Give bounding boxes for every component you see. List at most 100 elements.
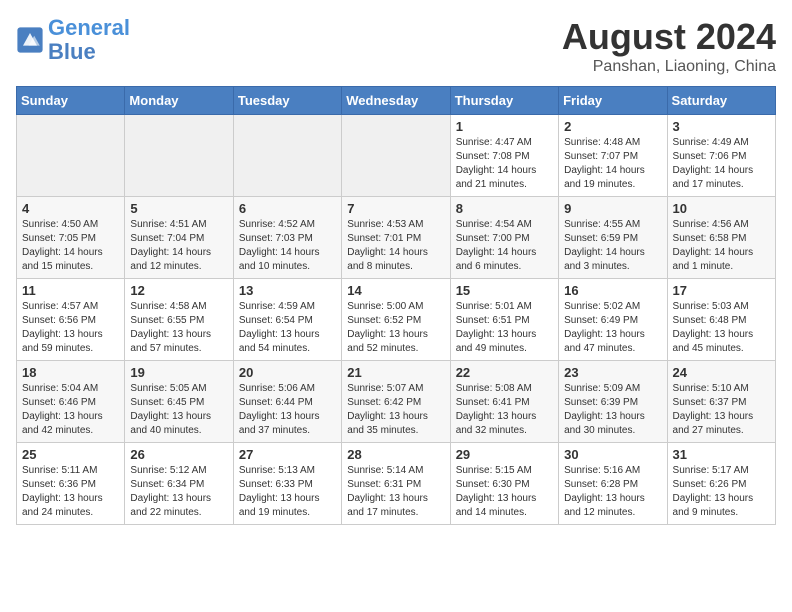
page-title: August 2024	[562, 16, 776, 58]
calendar-cell: 26 Sunrise: 5:12 AM Sunset: 6:34 PM Dayli…	[125, 443, 233, 525]
day-info: Sunrise: 5:09 AM Sunset: 6:39 PM Dayligh…	[564, 382, 661, 438]
day-info: Sunrise: 4:47 AM Sunset: 7:08 PM Dayligh…	[456, 136, 553, 192]
day-number: 13	[239, 283, 336, 298]
day-info: Sunrise: 4:54 AM Sunset: 7:00 PM Dayligh…	[456, 218, 553, 274]
day-info: Sunrise: 5:17 AM Sunset: 6:26 PM Dayligh…	[673, 464, 770, 520]
calendar-cell	[125, 115, 233, 197]
calendar-cell	[342, 115, 450, 197]
day-number: 2	[564, 119, 661, 134]
day-info: Sunrise: 4:59 AM Sunset: 6:54 PM Dayligh…	[239, 300, 336, 356]
calendar-cell: 25 Sunrise: 5:11 AM Sunset: 6:36 PM Dayli…	[17, 443, 125, 525]
page-header: General Blue August 2024 Panshan, Liaoni…	[16, 16, 776, 76]
calendar-cell: 23 Sunrise: 5:09 AM Sunset: 6:39 PM Dayli…	[559, 361, 667, 443]
day-info: Sunrise: 4:50 AM Sunset: 7:05 PM Dayligh…	[22, 218, 119, 274]
calendar-week-2: 4 Sunrise: 4:50 AM Sunset: 7:05 PM Daylig…	[17, 197, 776, 279]
day-number: 16	[564, 283, 661, 298]
day-header-thursday: Thursday	[450, 87, 558, 115]
day-number: 28	[347, 447, 444, 462]
day-info: Sunrise: 4:52 AM Sunset: 7:03 PM Dayligh…	[239, 218, 336, 274]
calendar-cell: 5Sunrise: 4:51 AM Sunset: 7:04 PM Daylig…	[125, 197, 233, 279]
day-number: 19	[130, 365, 227, 380]
calendar-cell: 8 Sunrise: 4:54 AM Sunset: 7:00 PM Daylig…	[450, 197, 558, 279]
calendar-cell: 13 Sunrise: 4:59 AM Sunset: 6:54 PM Dayli…	[233, 279, 341, 361]
calendar-cell: 31Sunrise: 5:17 AM Sunset: 6:26 PM Dayli…	[667, 443, 775, 525]
calendar-week-4: 18Sunrise: 5:04 AM Sunset: 6:46 PM Dayli…	[17, 361, 776, 443]
day-info: Sunrise: 4:57 AM Sunset: 6:56 PM Dayligh…	[22, 300, 119, 356]
day-number: 22	[456, 365, 553, 380]
day-number: 25	[22, 447, 119, 462]
day-header-wednesday: Wednesday	[342, 87, 450, 115]
day-number: 3	[673, 119, 770, 134]
calendar-cell	[17, 115, 125, 197]
day-number: 26	[130, 447, 227, 462]
day-number: 23	[564, 365, 661, 380]
day-info: Sunrise: 5:05 AM Sunset: 6:45 PM Dayligh…	[130, 382, 227, 438]
calendar-cell: 2Sunrise: 4:48 AM Sunset: 7:07 PM Daylig…	[559, 115, 667, 197]
day-info: Sunrise: 4:51 AM Sunset: 7:04 PM Dayligh…	[130, 218, 227, 274]
logo-general: General	[48, 15, 130, 40]
day-header-saturday: Saturday	[667, 87, 775, 115]
calendar-cell: 20 Sunrise: 5:06 AM Sunset: 6:44 PM Dayli…	[233, 361, 341, 443]
calendar-cell: 15 Sunrise: 5:01 AM Sunset: 6:51 PM Dayli…	[450, 279, 558, 361]
day-number: 1	[456, 119, 553, 134]
title-block: August 2024 Panshan, Liaoning, China	[562, 16, 776, 76]
day-number: 29	[456, 447, 553, 462]
calendar-cell: 28 Sunrise: 5:14 AM Sunset: 6:31 PM Dayli…	[342, 443, 450, 525]
calendar-body: 1 Sunrise: 4:47 AM Sunset: 7:08 PM Daylig…	[17, 115, 776, 525]
day-number: 20	[239, 365, 336, 380]
calendar-cell: 11Sunrise: 4:57 AM Sunset: 6:56 PM Dayli…	[17, 279, 125, 361]
calendar-cell: 1 Sunrise: 4:47 AM Sunset: 7:08 PM Daylig…	[450, 115, 558, 197]
day-number: 7	[347, 201, 444, 216]
day-info: Sunrise: 4:53 AM Sunset: 7:01 PM Dayligh…	[347, 218, 444, 274]
calendar-cell: 7 Sunrise: 4:53 AM Sunset: 7:01 PM Daylig…	[342, 197, 450, 279]
day-info: Sunrise: 4:55 AM Sunset: 6:59 PM Dayligh…	[564, 218, 661, 274]
calendar-cell: 17Sunrise: 5:03 AM Sunset: 6:48 PM Dayli…	[667, 279, 775, 361]
day-number: 30	[564, 447, 661, 462]
day-info: Sunrise: 5:01 AM Sunset: 6:51 PM Dayligh…	[456, 300, 553, 356]
day-number: 4	[22, 201, 119, 216]
day-number: 8	[456, 201, 553, 216]
day-header-monday: Monday	[125, 87, 233, 115]
calendar-header-row: SundayMondayTuesdayWednesdayThursdayFrid…	[17, 87, 776, 115]
logo-blue: Blue	[48, 40, 130, 64]
calendar-cell: 14 Sunrise: 5:00 AM Sunset: 6:52 PM Dayli…	[342, 279, 450, 361]
calendar-week-3: 11Sunrise: 4:57 AM Sunset: 6:56 PM Dayli…	[17, 279, 776, 361]
day-info: Sunrise: 5:06 AM Sunset: 6:44 PM Dayligh…	[239, 382, 336, 438]
day-header-sunday: Sunday	[17, 87, 125, 115]
calendar-cell: 22Sunrise: 5:08 AM Sunset: 6:41 PM Dayli…	[450, 361, 558, 443]
calendar-cell: 19 Sunrise: 5:05 AM Sunset: 6:45 PM Dayli…	[125, 361, 233, 443]
day-info: Sunrise: 5:16 AM Sunset: 6:28 PM Dayligh…	[564, 464, 661, 520]
day-number: 17	[673, 283, 770, 298]
day-number: 12	[130, 283, 227, 298]
day-info: Sunrise: 4:49 AM Sunset: 7:06 PM Dayligh…	[673, 136, 770, 192]
calendar-table: SundayMondayTuesdayWednesdayThursdayFrid…	[16, 86, 776, 525]
calendar-cell: 24Sunrise: 5:10 AM Sunset: 6:37 PM Dayli…	[667, 361, 775, 443]
calendar-cell: 12 Sunrise: 4:58 AM Sunset: 6:55 PM Dayli…	[125, 279, 233, 361]
day-info: Sunrise: 5:14 AM Sunset: 6:31 PM Dayligh…	[347, 464, 444, 520]
calendar-cell: 6Sunrise: 4:52 AM Sunset: 7:03 PM Daylig…	[233, 197, 341, 279]
calendar-cell: 16Sunrise: 5:02 AM Sunset: 6:49 PM Dayli…	[559, 279, 667, 361]
day-number: 24	[673, 365, 770, 380]
day-number: 14	[347, 283, 444, 298]
day-info: Sunrise: 4:58 AM Sunset: 6:55 PM Dayligh…	[130, 300, 227, 356]
day-header-tuesday: Tuesday	[233, 87, 341, 115]
day-number: 15	[456, 283, 553, 298]
day-info: Sunrise: 5:15 AM Sunset: 6:30 PM Dayligh…	[456, 464, 553, 520]
day-header-friday: Friday	[559, 87, 667, 115]
day-info: Sunrise: 5:00 AM Sunset: 6:52 PM Dayligh…	[347, 300, 444, 356]
calendar-cell: 21Sunrise: 5:07 AM Sunset: 6:42 PM Dayli…	[342, 361, 450, 443]
day-info: Sunrise: 5:13 AM Sunset: 6:33 PM Dayligh…	[239, 464, 336, 520]
day-number: 18	[22, 365, 119, 380]
calendar-cell	[233, 115, 341, 197]
day-info: Sunrise: 5:07 AM Sunset: 6:42 PM Dayligh…	[347, 382, 444, 438]
calendar-cell: 27Sunrise: 5:13 AM Sunset: 6:33 PM Dayli…	[233, 443, 341, 525]
calendar-week-1: 1 Sunrise: 4:47 AM Sunset: 7:08 PM Daylig…	[17, 115, 776, 197]
day-info: Sunrise: 5:12 AM Sunset: 6:34 PM Dayligh…	[130, 464, 227, 520]
logo: General Blue	[16, 16, 130, 64]
day-info: Sunrise: 5:11 AM Sunset: 6:36 PM Dayligh…	[22, 464, 119, 520]
calendar-cell: 18Sunrise: 5:04 AM Sunset: 6:46 PM Dayli…	[17, 361, 125, 443]
calendar-cell: 10Sunrise: 4:56 AM Sunset: 6:58 PM Dayli…	[667, 197, 775, 279]
day-number: 9	[564, 201, 661, 216]
page-subtitle: Panshan, Liaoning, China	[562, 58, 776, 76]
day-number: 10	[673, 201, 770, 216]
